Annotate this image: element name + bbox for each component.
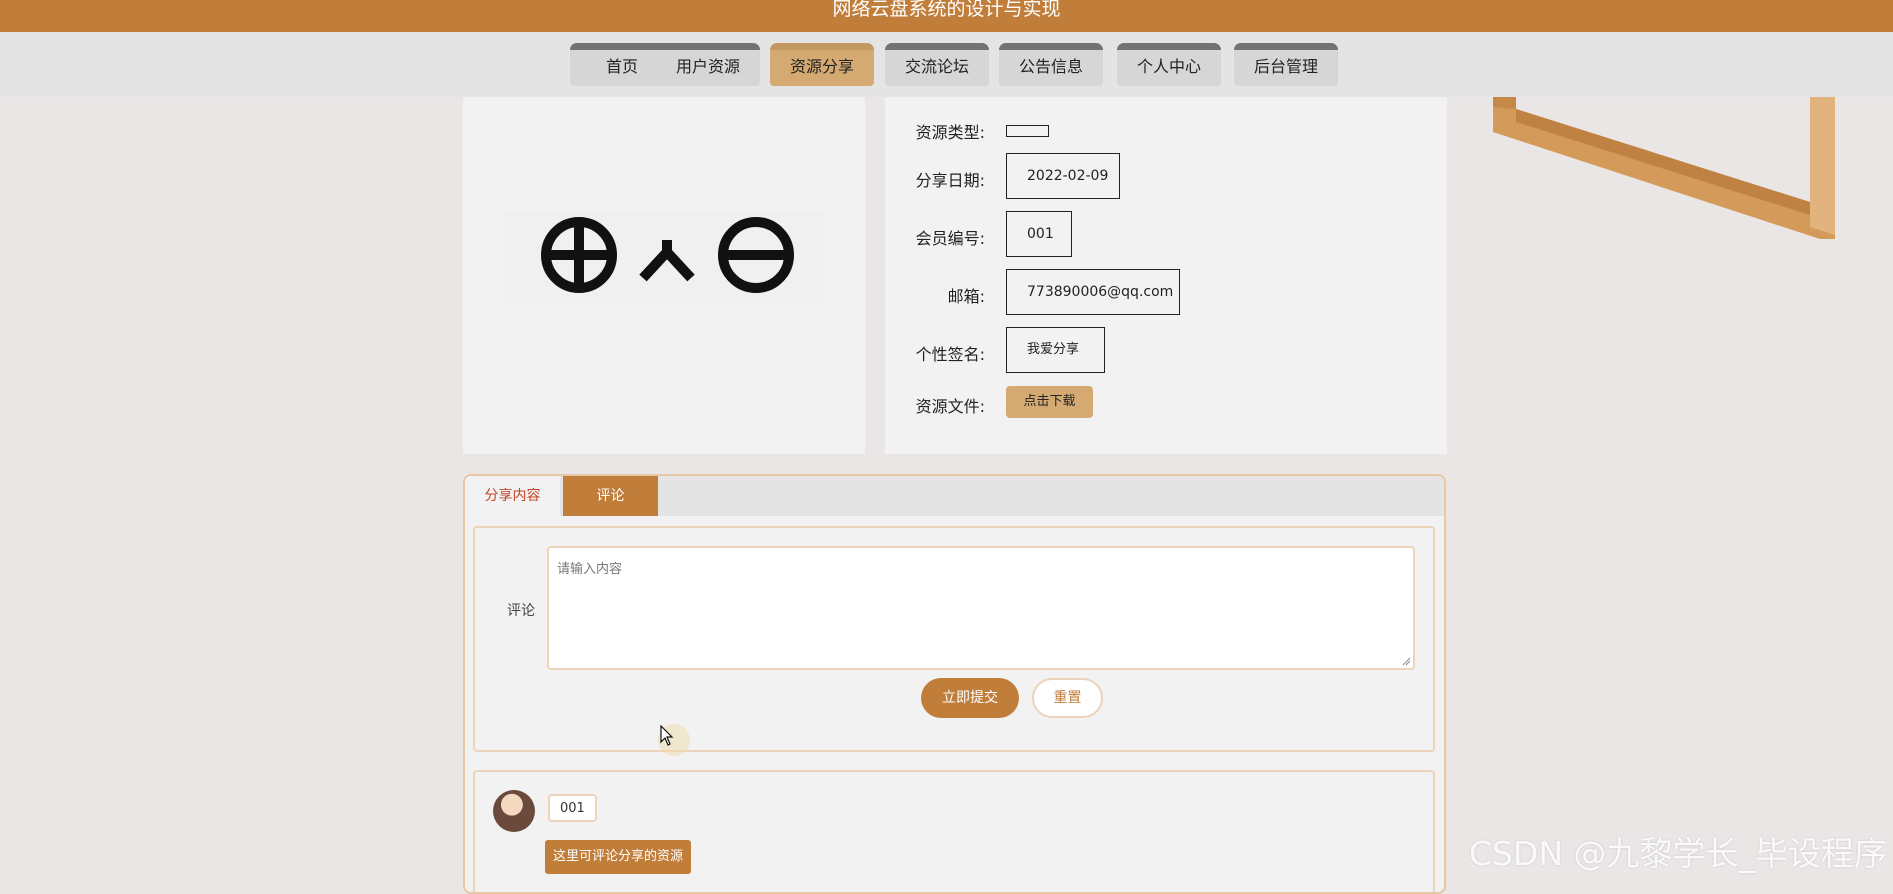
nav-item-user-resources[interactable]: 用户资源 — [656, 43, 760, 86]
avatar — [493, 790, 535, 832]
resize-handle-icon[interactable] — [1401, 656, 1411, 666]
type-label: 资源类型: — [915, 123, 985, 142]
tab-share-content[interactable]: 分享内容 — [465, 476, 560, 516]
resource-image-panel — [463, 97, 865, 454]
comment-item: 001 这里可评论分享的资源 — [473, 770, 1435, 892]
type-value — [1006, 125, 1049, 137]
email-value: 773890006@qq.com — [1006, 269, 1180, 315]
site-title: 网络云盘系统的设计与实现 — [832, 0, 1061, 20]
site-header: 网络云盘系统的设计与实现 — [0, 0, 1893, 32]
member-id-label: 会员编号: — [915, 229, 985, 248]
comment-form: 评论 请输入内容 立即提交 重置 — [473, 526, 1435, 752]
nav-item-admin[interactable]: 后台管理 — [1234, 43, 1338, 86]
member-id-value: 001 — [1006, 211, 1072, 257]
nav-item-forum[interactable]: 交流论坛 — [885, 43, 989, 86]
signature-value: 我爱分享 — [1006, 327, 1105, 373]
date-label: 分享日期: — [915, 171, 985, 190]
resource-info-panel: 资源类型: 分享日期: 2022-02-09 会员编号: 001 邮箱: 773… — [885, 97, 1447, 454]
signature-label: 个性签名: — [915, 345, 985, 364]
file-label: 资源文件: — [915, 397, 985, 416]
nav-item-personal-center[interactable]: 个人中心 — [1117, 43, 1221, 86]
download-button[interactable]: 点击下载 — [1006, 386, 1093, 418]
watermark: CSDN @九黎学长_毕设程序 — [1468, 834, 1887, 873]
comment-username: 001 — [548, 794, 597, 822]
main-nav: 首页 用户资源 资源分享 交流论坛 公告信息 个人中心 后台管理 — [0, 32, 1893, 97]
email-label: 邮箱: — [947, 287, 985, 306]
comment-text: 这里可评论分享的资源 — [545, 840, 692, 874]
comment-label: 评论 — [507, 603, 535, 619]
tab-bar: 分享内容 评论 — [465, 476, 1444, 516]
submit-button[interactable]: 立即提交 — [921, 678, 1019, 718]
decorative-frame — [1493, 97, 1835, 239]
reset-button[interactable]: 重置 — [1032, 678, 1103, 718]
resource-image — [503, 212, 823, 302]
date-value: 2022-02-09 — [1006, 153, 1120, 199]
mouse-cursor-icon — [660, 725, 674, 746]
comment-textarea[interactable]: 请输入内容 — [547, 546, 1415, 670]
nav-item-resource-share[interactable]: 资源分享 — [770, 43, 874, 86]
tab-comments[interactable]: 评论 — [563, 476, 658, 516]
content-tabs-panel: 分享内容 评论 评论 请输入内容 立即提交 重置 001 这里可评论分享的资源 — [463, 474, 1446, 894]
nav-item-announcements[interactable]: 公告信息 — [999, 43, 1103, 86]
